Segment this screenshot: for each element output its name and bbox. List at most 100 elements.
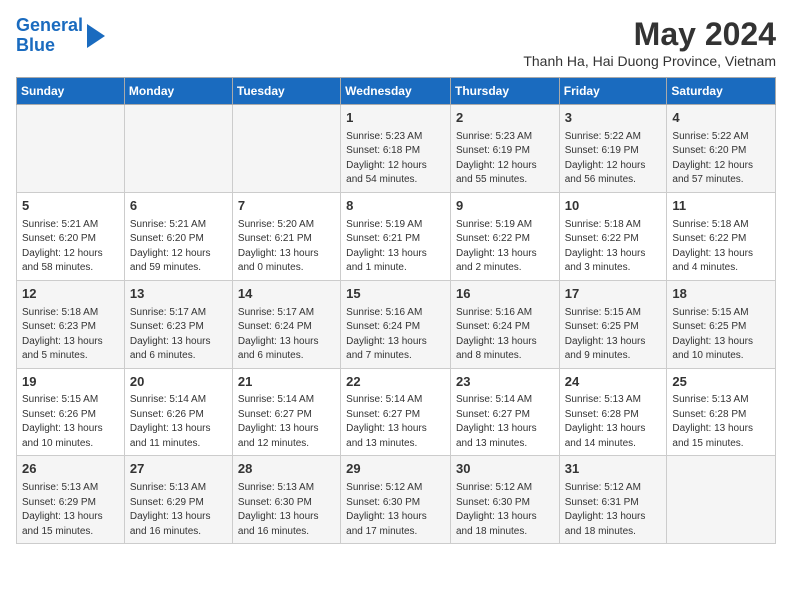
calendar-cell: 20Sunrise: 5:14 AM Sunset: 6:26 PM Dayli… xyxy=(124,368,232,456)
day-number: 14 xyxy=(238,285,335,304)
day-number: 23 xyxy=(456,373,554,392)
calendar-cell: 6 Sunrise: 5:21 AM Sunset: 6:20 PM Daylig… xyxy=(124,192,232,280)
calendar-cell: 12 Sunrise: 5:18 AM Sunset: 6:23 PM Dayli… xyxy=(17,280,125,368)
calendar-week-row: 19Sunrise: 5:15 AM Sunset: 6:26 PM Dayli… xyxy=(17,368,776,456)
calendar-cell: 4Sunrise: 5:22 AM Sunset: 6:20 PM Daylig… xyxy=(667,105,776,193)
calendar-cell: 31 Sunrise: 5:12 AM Sunset: 6:31 PM Dayli… xyxy=(559,456,667,544)
day-number: 10 xyxy=(565,197,662,216)
day-info: Sunrise: 5:14 AM Sunset: 6:27 PM Dayligh… xyxy=(238,393,335,451)
day-number: 9 xyxy=(456,197,554,216)
day-info: Sunrise: 5:19 AM Sunset: 6:21 PM Dayligh… xyxy=(346,218,445,276)
day-number: 3 xyxy=(565,109,662,128)
day-number: 29 xyxy=(346,460,445,479)
calendar-cell: 29 Sunrise: 5:12 AM Sunset: 6:30 PM Dayli… xyxy=(341,456,451,544)
day-number: 18 xyxy=(672,285,770,304)
calendar-cell: 11 Sunrise: 5:18 AM Sunset: 6:22 PM Dayli… xyxy=(667,192,776,280)
day-number: 11 xyxy=(672,197,770,216)
calendar-cell: 22Sunrise: 5:14 AM Sunset: 6:27 PM Dayli… xyxy=(341,368,451,456)
day-info: Sunrise: 5:21 AM Sunset: 6:20 PM Dayligh… xyxy=(130,218,227,276)
day-number: 16 xyxy=(456,285,554,304)
calendar-cell: 10 Sunrise: 5:18 AM Sunset: 6:22 PM Dayli… xyxy=(559,192,667,280)
day-info: Sunrise: 5:14 AM Sunset: 6:26 PM Dayligh… xyxy=(130,393,227,451)
day-info: Sunrise: 5:12 AM Sunset: 6:30 PM Dayligh… xyxy=(346,481,445,539)
header-monday: Monday xyxy=(124,78,232,105)
day-number: 13 xyxy=(130,285,227,304)
day-info: Sunrise: 5:20 AM Sunset: 6:21 PM Dayligh… xyxy=(238,218,335,276)
calendar-cell xyxy=(124,105,232,193)
day-number: 7 xyxy=(238,197,335,216)
day-number: 27 xyxy=(130,460,227,479)
day-number: 24 xyxy=(565,373,662,392)
calendar-cell: 15 Sunrise: 5:16 AM Sunset: 6:24 PM Dayli… xyxy=(341,280,451,368)
calendar-cell: 17Sunrise: 5:15 AM Sunset: 6:25 PM Dayli… xyxy=(559,280,667,368)
title-block: May 2024 Thanh Ha, Hai Duong Province, V… xyxy=(523,16,776,69)
calendar-cell: 26 Sunrise: 5:13 AM Sunset: 6:29 PM Dayli… xyxy=(17,456,125,544)
day-number: 31 xyxy=(565,460,662,479)
logo-line2: Blue xyxy=(16,35,55,55)
day-info: Sunrise: 5:13 AM Sunset: 6:29 PM Dayligh… xyxy=(130,481,227,539)
calendar-cell: 14Sunrise: 5:17 AM Sunset: 6:24 PM Dayli… xyxy=(232,280,340,368)
day-info: Sunrise: 5:12 AM Sunset: 6:31 PM Dayligh… xyxy=(565,481,662,539)
day-number: 8 xyxy=(346,197,445,216)
day-number: 15 xyxy=(346,285,445,304)
header-sunday: Sunday xyxy=(17,78,125,105)
calendar-cell: 25Sunrise: 5:13 AM Sunset: 6:28 PM Dayli… xyxy=(667,368,776,456)
header-saturday: Saturday xyxy=(667,78,776,105)
calendar-week-row: 1Sunrise: 5:23 AM Sunset: 6:18 PM Daylig… xyxy=(17,105,776,193)
header-thursday: Thursday xyxy=(450,78,559,105)
day-info: Sunrise: 5:13 AM Sunset: 6:28 PM Dayligh… xyxy=(672,393,770,451)
day-info: Sunrise: 5:14 AM Sunset: 6:27 PM Dayligh… xyxy=(346,393,445,451)
day-info: Sunrise: 5:18 AM Sunset: 6:22 PM Dayligh… xyxy=(672,218,770,276)
calendar-cell: 13Sunrise: 5:17 AM Sunset: 6:23 PM Dayli… xyxy=(124,280,232,368)
day-info: Sunrise: 5:16 AM Sunset: 6:24 PM Dayligh… xyxy=(346,306,445,364)
month-title: May 2024 xyxy=(523,16,776,53)
day-number: 12 xyxy=(22,285,119,304)
day-info: Sunrise: 5:14 AM Sunset: 6:27 PM Dayligh… xyxy=(456,393,554,451)
calendar-cell: 23Sunrise: 5:14 AM Sunset: 6:27 PM Dayli… xyxy=(450,368,559,456)
calendar-cell: 2Sunrise: 5:23 AM Sunset: 6:19 PM Daylig… xyxy=(450,105,559,193)
page-header: General Blue May 2024 Thanh Ha, Hai Duon… xyxy=(16,16,776,69)
calendar-cell xyxy=(232,105,340,193)
day-number: 19 xyxy=(22,373,119,392)
day-number: 5 xyxy=(22,197,119,216)
day-info: Sunrise: 5:15 AM Sunset: 6:25 PM Dayligh… xyxy=(672,306,770,364)
header-friday: Friday xyxy=(559,78,667,105)
calendar-cell: 3 Sunrise: 5:22 AM Sunset: 6:19 PM Daylig… xyxy=(559,105,667,193)
day-number: 4 xyxy=(672,109,770,128)
day-number: 17 xyxy=(565,285,662,304)
header-wednesday: Wednesday xyxy=(341,78,451,105)
day-number: 6 xyxy=(130,197,227,216)
calendar-cell xyxy=(17,105,125,193)
location-subtitle: Thanh Ha, Hai Duong Province, Vietnam xyxy=(523,53,776,69)
calendar-cell: 1Sunrise: 5:23 AM Sunset: 6:18 PM Daylig… xyxy=(341,105,451,193)
calendar-week-row: 26 Sunrise: 5:13 AM Sunset: 6:29 PM Dayli… xyxy=(17,456,776,544)
day-info: Sunrise: 5:23 AM Sunset: 6:19 PM Dayligh… xyxy=(456,130,554,188)
calendar-cell: 27 Sunrise: 5:13 AM Sunset: 6:29 PM Dayli… xyxy=(124,456,232,544)
calendar-cell: 18 Sunrise: 5:15 AM Sunset: 6:25 PM Dayli… xyxy=(667,280,776,368)
day-number: 28 xyxy=(238,460,335,479)
calendar-cell: 5Sunrise: 5:21 AM Sunset: 6:20 PM Daylig… xyxy=(17,192,125,280)
header-tuesday: Tuesday xyxy=(232,78,340,105)
day-info: Sunrise: 5:19 AM Sunset: 6:22 PM Dayligh… xyxy=(456,218,554,276)
calendar-cell: 7 Sunrise: 5:20 AM Sunset: 6:21 PM Daylig… xyxy=(232,192,340,280)
logo: General Blue xyxy=(16,16,105,56)
calendar-week-row: 5 Sunrise: 5:21 AM Sunset: 6:20 PM Daylig… xyxy=(17,192,776,280)
day-number: 21 xyxy=(238,373,335,392)
logo-text: General Blue xyxy=(16,16,83,56)
logo-arrow-icon xyxy=(87,24,105,48)
day-number: 1 xyxy=(346,109,445,128)
day-info: Sunrise: 5:15 AM Sunset: 6:26 PM Dayligh… xyxy=(22,393,119,451)
day-info: Sunrise: 5:18 AM Sunset: 6:23 PM Dayligh… xyxy=(22,306,119,364)
calendar-cell: 9 Sunrise: 5:19 AM Sunset: 6:22 PM Daylig… xyxy=(450,192,559,280)
day-info: Sunrise: 5:22 AM Sunset: 6:19 PM Dayligh… xyxy=(565,130,662,188)
calendar-cell: 8 Sunrise: 5:19 AM Sunset: 6:21 PM Daylig… xyxy=(341,192,451,280)
day-info: Sunrise: 5:13 AM Sunset: 6:29 PM Dayligh… xyxy=(22,481,119,539)
day-info: Sunrise: 5:13 AM Sunset: 6:28 PM Dayligh… xyxy=(565,393,662,451)
day-number: 30 xyxy=(456,460,554,479)
day-info: Sunrise: 5:16 AM Sunset: 6:24 PM Dayligh… xyxy=(456,306,554,364)
day-number: 22 xyxy=(346,373,445,392)
calendar-cell xyxy=(667,456,776,544)
day-info: Sunrise: 5:18 AM Sunset: 6:22 PM Dayligh… xyxy=(565,218,662,276)
day-info: Sunrise: 5:13 AM Sunset: 6:30 PM Dayligh… xyxy=(238,481,335,539)
day-number: 26 xyxy=(22,460,119,479)
